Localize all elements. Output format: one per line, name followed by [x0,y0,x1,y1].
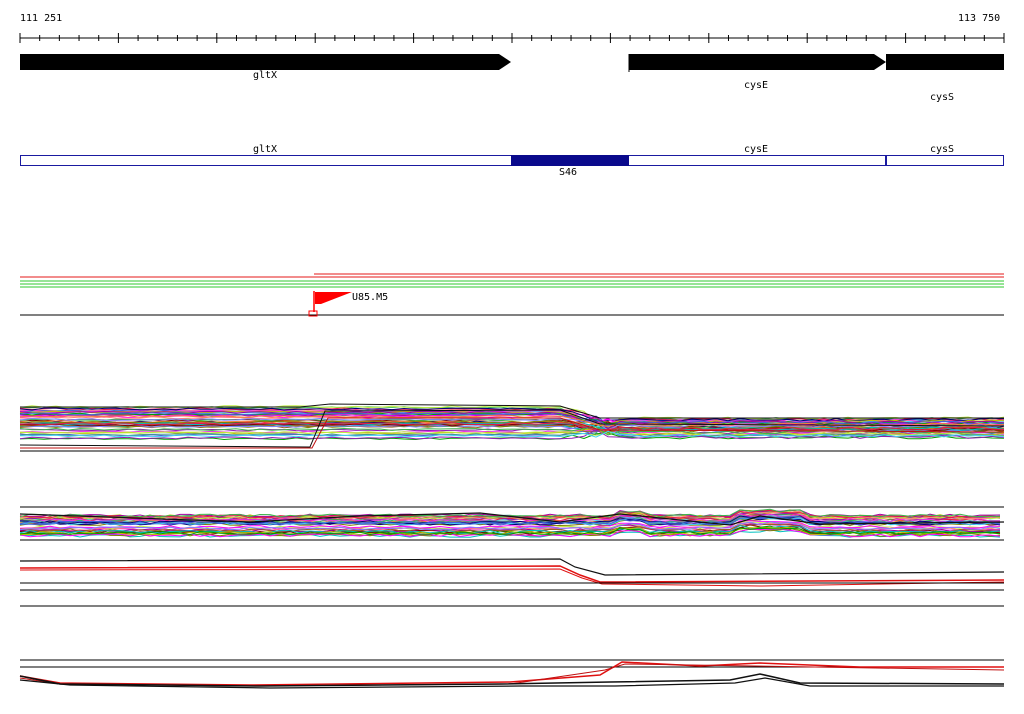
flag-icon [315,292,352,304]
gene-arrow-cyse [629,54,886,70]
expression-series [19,661,1004,686]
gene-arrow-gltx [20,54,511,70]
genome-browser-view: 111 251 113 750 gltX cysE cysS gltX cysE… [0,0,1024,714]
gene-arrow-cyss [886,54,1004,70]
expression-tracks [19,33,1005,689]
expression-series [19,565,1005,583]
